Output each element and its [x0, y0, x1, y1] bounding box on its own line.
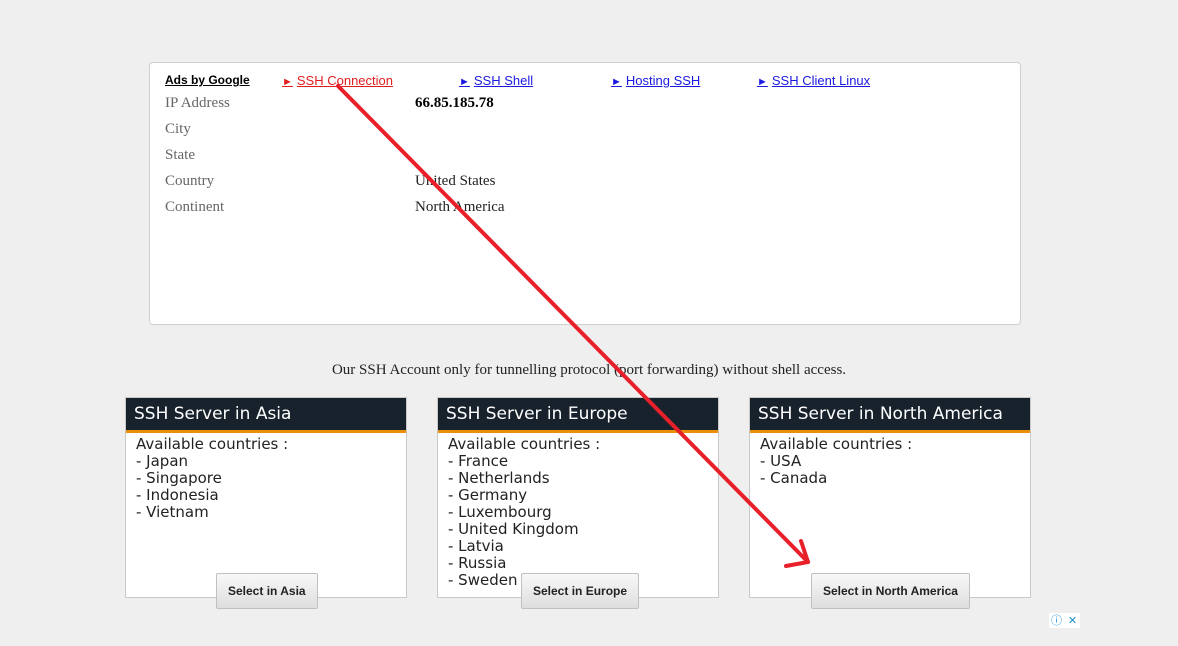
server-card-title: SSH Server in North America — [750, 398, 1030, 433]
country-item: - Latvia — [448, 537, 504, 555]
ad-link-ssh-shell[interactable]: ► SSH Shell — [459, 73, 533, 88]
country-value: United States — [415, 173, 496, 189]
server-card-asia: SSH Server in Asia Available countries :… — [125, 397, 407, 598]
server-card-body: Available countries : - France - Netherl… — [438, 433, 718, 592]
select-asia-button[interactable]: Select in Asia — [216, 573, 318, 609]
play-triangle-icon: ► — [459, 76, 470, 88]
geo-key: IP Address — [165, 95, 230, 111]
server-card-europe: SSH Server in Europe Available countries… — [437, 397, 719, 598]
play-triangle-icon: ► — [282, 76, 293, 88]
country-item: - Singapore — [136, 469, 222, 487]
ad-link-hosting-ssh[interactable]: ► Hosting SSH — [611, 73, 700, 88]
select-europe-button[interactable]: Select in Europe — [521, 573, 640, 609]
server-card-title: SSH Server in Asia — [126, 398, 406, 433]
ad-link-ssh-client-linux[interactable]: ► SSH Client Linux — [757, 73, 870, 88]
available-countries-label: Available countries : — [136, 435, 289, 453]
available-countries-label: Available countries : — [760, 435, 913, 453]
ad-link-ssh-connection[interactable]: ► SSH Connection — [282, 73, 393, 88]
tunnelling-notice: Our SSH Account only for tunnelling prot… — [331, 362, 847, 378]
country-list: - France - Netherlands - Germany - Luxem… — [448, 453, 708, 589]
ad-choices-badge[interactable]: ⓘ ✕ — [1049, 613, 1080, 628]
country-item: - Vietnam — [136, 503, 209, 521]
country-item: - United Kingdom — [448, 520, 579, 538]
country-item: - Russia — [448, 554, 507, 572]
geo-key: City — [165, 121, 191, 137]
play-triangle-icon: ► — [757, 76, 768, 88]
country-item: - Japan — [136, 452, 189, 470]
country-item: - Germany — [448, 486, 528, 504]
close-icon[interactable]: ✕ — [1065, 613, 1080, 628]
country-item: - Netherlands — [448, 469, 550, 487]
ads-by-google-label[interactable]: Ads by Google — [165, 73, 250, 87]
geo-key: Continent — [165, 199, 225, 215]
country-item: - France — [448, 452, 509, 470]
country-list: - Japan - Singapore - Indonesia - Vietna… — [136, 453, 396, 521]
info-icon[interactable]: ⓘ — [1049, 613, 1064, 628]
geo-key: State — [165, 147, 195, 163]
select-north-america-button[interactable]: Select in North America — [811, 573, 970, 609]
available-countries-label: Available countries : — [448, 435, 601, 453]
continent-value: North America — [415, 199, 505, 215]
server-card-title: SSH Server in Europe — [438, 398, 718, 433]
server-card-body: Available countries : - USA - Canada — [750, 433, 1030, 490]
geo-info-panel: Ads by Google ► SSH Connection ► SSH Shell… — [149, 62, 1021, 325]
geo-key: Country — [165, 173, 215, 189]
ip-address-value: 66.85.185.78 — [415, 95, 494, 111]
country-item: - Indonesia — [136, 486, 219, 504]
country-item: - USA — [760, 452, 802, 470]
server-card-north-america: SSH Server in North America Available co… — [749, 397, 1031, 598]
country-item: - Canada — [760, 469, 828, 487]
server-card-body: Available countries : - Japan - Singapor… — [126, 433, 406, 524]
country-list: - USA - Canada — [760, 453, 1020, 487]
country-item: - Luxembourg — [448, 503, 552, 521]
play-triangle-icon: ► — [611, 76, 622, 88]
